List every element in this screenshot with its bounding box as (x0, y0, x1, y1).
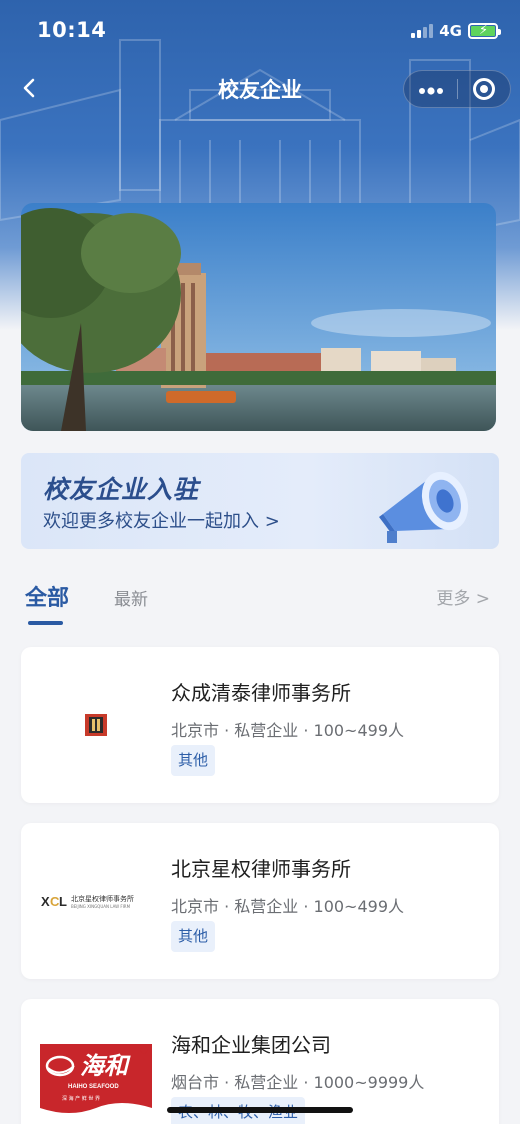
company-logo: 海和 HAIHO SEAFOOD 深 海 产 鲜 世 界 (31, 1019, 161, 1124)
xingquan-logo-sub: BEIJING XINGQUAN LAW FIRM (71, 904, 131, 909)
xingquan-logo-icon: X C L 北京星权律师事务所 BEIJING XINGQUAN LAW FIR… (41, 894, 134, 909)
signal-icon (411, 24, 434, 38)
company-logo (31, 667, 161, 783)
svg-text:L: L (59, 894, 67, 909)
join-banner-title: 校友企业入驻 (43, 475, 200, 504)
company-meta: 北京市 · 私营企业 · 100~499人 (171, 721, 405, 740)
close-button[interactable] (458, 78, 510, 100)
status-time: 10:14 (37, 18, 107, 42)
home-indicator (167, 1107, 353, 1113)
company-name: 北京星权律师事务所 (171, 857, 351, 881)
battery-icon: ⚡ (468, 23, 501, 39)
status-indicators: 4G ⚡ (411, 21, 501, 41)
company-card[interactable]: 众成清泰律师事务所 北京市 · 私营企业 · 100~499人 其他 (21, 647, 499, 803)
industry-tag: 其他 (171, 745, 216, 776)
mini-program-capsule (403, 70, 511, 108)
company-card[interactable]: X C L 北京星权律师事务所 BEIJING XINGQUAN LAW FIR… (21, 823, 499, 979)
company-name: 海和企业集团公司 (171, 1033, 331, 1057)
haiho-logo-tagline: 深 海 产 鲜 世 界 (62, 1095, 100, 1102)
tab-latest[interactable]: 最新 (114, 585, 148, 610)
tab-active-indicator (28, 621, 63, 625)
company-meta: 烟台市 · 私营企业 · 1000~9999人 (171, 1073, 425, 1092)
network-label: 4G (439, 22, 462, 40)
company-name: 众成清泰律师事务所 (171, 681, 351, 705)
company-card[interactable]: 海和 HAIHO SEAFOOD 深 海 产 鲜 世 界 海和企业集团公司 烟台… (21, 999, 499, 1124)
join-banner-subtitle: 欢迎更多校友企业一起加入 > (43, 511, 280, 532)
haiho-logo-text: 海和 (80, 1051, 131, 1080)
campus-banner-image[interactable] (21, 203, 496, 431)
industry-tag: 其他 (171, 921, 216, 952)
join-banner[interactable]: 校友企业入驻 欢迎更多校友企业一起加入 > (21, 453, 499, 549)
haiho-logo-sub: HAIHO SEAFOOD (68, 1084, 119, 1090)
haiho-logo-icon: 海和 HAIHO SEAFOOD 深 海 产 鲜 世 界 (40, 1044, 152, 1113)
xingquan-logo-text: 北京星权律师事务所 (71, 894, 134, 903)
more-dots-icon (418, 86, 443, 95)
company-meta: 北京市 · 私营企业 · 100~499人 (171, 897, 405, 916)
megaphone-icon (379, 471, 469, 543)
svg-text:X: X (41, 894, 50, 909)
company-logo: X C L 北京星权律师事务所 BEIJING XINGQUAN LAW FIR… (31, 843, 161, 959)
campus-photo (21, 203, 496, 431)
target-close-icon (472, 78, 495, 100)
nav-bar: 校友企业 (0, 62, 520, 114)
tab-all[interactable]: 全部 (25, 580, 69, 612)
more-link[interactable]: 更多 > (436, 584, 490, 609)
more-button[interactable] (404, 79, 457, 100)
status-bar: 10:14 4G ⚡ (0, 0, 520, 60)
zhongcheng-logo-icon (85, 714, 107, 736)
tab-bar: 全部 最新 更多 > (0, 570, 520, 630)
